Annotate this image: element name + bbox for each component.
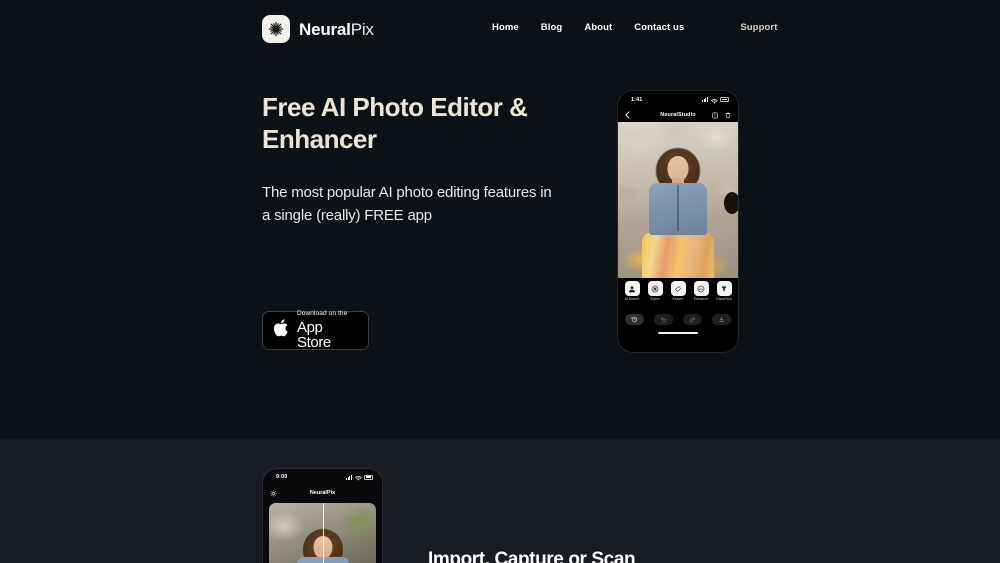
features-section bbox=[0, 440, 1000, 563]
status-time: 1:41 bbox=[631, 96, 643, 103]
apple-icon bbox=[273, 318, 290, 343]
phone-app-bar: NeuralStudio bbox=[618, 108, 738, 122]
app-store-labels: Download on the App Store bbox=[297, 311, 358, 350]
phone-photo-canvas[interactable] bbox=[618, 122, 738, 278]
battery-icon bbox=[364, 474, 373, 480]
phone-app-bar-actions bbox=[712, 106, 731, 124]
photo-skirt bbox=[642, 232, 714, 278]
tool-enhance[interactable]: Enhance bbox=[691, 281, 711, 302]
phone2-status-bar: 9:00 bbox=[263, 469, 382, 485]
brand-name-light: Pix bbox=[350, 19, 374, 39]
nav-link-blog[interactable]: Blog bbox=[541, 23, 563, 33]
eraser-icon bbox=[670, 281, 686, 296]
tool-label: AI Bokeh bbox=[624, 297, 640, 301]
brand-logo[interactable]: NeuralPix bbox=[262, 15, 374, 43]
feature-card-ai-bokeh[interactable]: AI Bokeh Add Realistic Model to any imag… bbox=[269, 503, 376, 563]
portrait-icon bbox=[624, 281, 640, 296]
download-button[interactable] bbox=[712, 313, 731, 325]
photo-shirt bbox=[649, 183, 707, 235]
tool-styles[interactable]: Styles bbox=[645, 281, 665, 302]
wifi-icon bbox=[354, 469, 362, 486]
tool-label: Eraser bbox=[672, 297, 684, 301]
battery-icon bbox=[720, 97, 729, 102]
hero-section: NeuralPix Home Blog About Contact us Sup… bbox=[0, 0, 1000, 440]
nav-link-home[interactable]: Home bbox=[492, 23, 519, 33]
app-store-small-label: Download on the bbox=[297, 310, 348, 318]
compare-icon[interactable] bbox=[712, 106, 718, 124]
phone-controls-row bbox=[618, 306, 738, 332]
redo-button[interactable] bbox=[683, 313, 702, 325]
undo-button[interactable] bbox=[654, 313, 673, 325]
home-indicator bbox=[618, 332, 738, 340]
history-button[interactable] bbox=[625, 313, 644, 325]
status-indicators bbox=[346, 469, 373, 486]
photo-foreground-object bbox=[724, 192, 738, 214]
nav-link-support[interactable]: Support bbox=[740, 23, 777, 33]
navbar: NeuralPix Home Blog About Contact us Sup… bbox=[0, 0, 1000, 58]
phone2-app-title: NeuralPix bbox=[309, 489, 336, 496]
starburst-icon bbox=[262, 15, 290, 43]
hero-copy: Free AI Photo Editor & Enhancer The most… bbox=[262, 92, 562, 228]
tool-label: Styles bbox=[649, 297, 661, 301]
brand-name-bold: Neural bbox=[299, 19, 351, 39]
face-icon bbox=[716, 281, 732, 296]
phone-tools-row: AI Bokeh Styles Eraser Enhance FaceRica bbox=[618, 278, 738, 306]
hero-title: Free AI Photo Editor & Enhancer bbox=[262, 92, 528, 154]
app-store-download-button[interactable]: Download on the App Store bbox=[262, 311, 369, 350]
enhance-icon bbox=[693, 281, 709, 296]
landing-page: NeuralPix Home Blog About Contact us Sup… bbox=[0, 0, 1000, 563]
nav-links: Home Blog About Contact us Support bbox=[492, 23, 777, 33]
status-time: 9:00 bbox=[276, 474, 288, 480]
features-section-title: Import, Capture or Scan bbox=[428, 549, 636, 563]
sparkle-icon bbox=[647, 281, 663, 296]
cellular-icon bbox=[702, 97, 708, 102]
phone-mockup-features: 9:00 NeuralPix bbox=[263, 469, 382, 563]
tool-face[interactable]: FaceRica bbox=[714, 281, 734, 302]
app-store-big-label: App Store bbox=[297, 318, 331, 351]
tool-label: FaceRica bbox=[716, 297, 732, 301]
nav-link-contact-us[interactable]: Contact us bbox=[634, 23, 684, 33]
hero-subtitle: The most popular AI photo editing featur… bbox=[262, 184, 552, 225]
tool-label: Enhance bbox=[693, 297, 709, 301]
brand-name: NeuralPix bbox=[299, 21, 374, 38]
tool-ai-bokeh[interactable]: AI Bokeh bbox=[622, 281, 642, 302]
nav-link-about[interactable]: About bbox=[584, 23, 612, 33]
cellular-icon bbox=[346, 474, 352, 480]
tool-eraser[interactable]: Eraser bbox=[668, 281, 688, 302]
phone-mockup-hero: 1:41 NeuralStudio AI Bokeh Styles Eraser… bbox=[618, 91, 738, 352]
before-after-divider[interactable] bbox=[322, 503, 324, 563]
trash-icon[interactable] bbox=[725, 106, 731, 124]
phone2-app-bar: NeuralPix bbox=[263, 485, 382, 500]
